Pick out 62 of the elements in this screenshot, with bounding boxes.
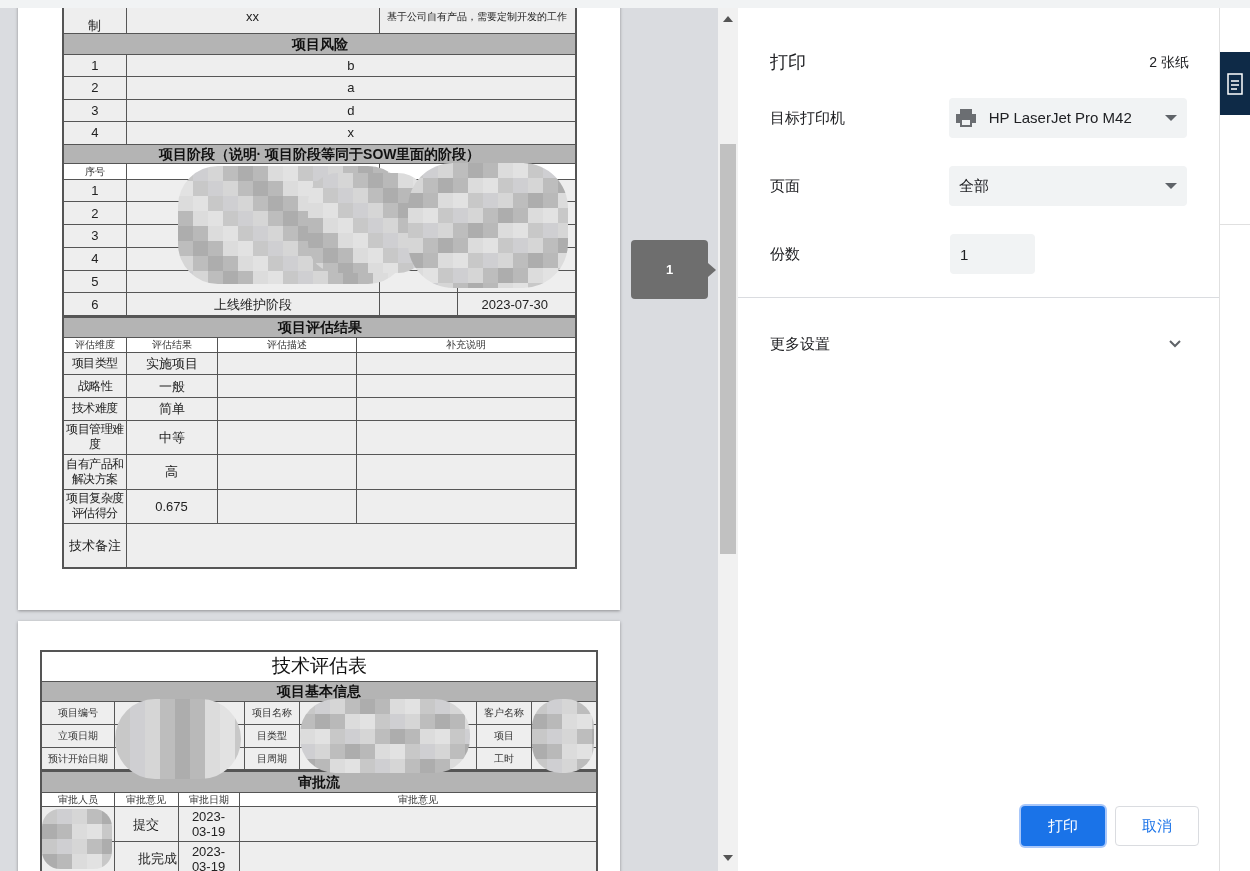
- scrollbar-thumb[interactable]: [720, 144, 736, 554]
- section-title: 审批流: [41, 771, 597, 793]
- printer-icon: [954, 109, 977, 127]
- table-cell: 2023-07-30: [457, 293, 576, 316]
- field-label: 项目编号: [41, 701, 114, 724]
- table-cell: 项目类型: [63, 352, 126, 375]
- scroll-down-icon[interactable]: [723, 855, 733, 861]
- table-cell: 6: [63, 293, 126, 316]
- print-button[interactable]: 打印: [1021, 806, 1105, 846]
- copies-field[interactable]: 1: [950, 234, 1035, 274]
- table-cell: d: [126, 99, 576, 122]
- table-cell: 项目管理难度: [63, 420, 126, 455]
- table-cell: 1: [63, 54, 126, 77]
- page-range-dropdown[interactable]: 全部: [948, 166, 1187, 206]
- printer-dropdown[interactable]: HP LaserJet Pro M42: [948, 98, 1187, 138]
- table-cell: 基于公司自有产品，需要定制开发的工作: [379, 8, 576, 33]
- table-cell: 1: [63, 179, 126, 202]
- field-label: 立项日期: [41, 724, 114, 747]
- table-cell: 2: [63, 201, 126, 225]
- table-cell: 3: [63, 224, 126, 248]
- table-cell: 4: [63, 121, 126, 144]
- section-title: 项目评估结果: [63, 317, 576, 338]
- document-icon: [1227, 72, 1243, 95]
- table-cell: 2023-03-19: [178, 841, 239, 871]
- table-cell: 高: [126, 454, 217, 490]
- table-cell: 2023-03-19: [178, 806, 239, 842]
- table-cell: 技术难度: [63, 397, 126, 421]
- dropdown-caret-icon: [1165, 115, 1177, 121]
- mosaic-redaction: [42, 809, 112, 869]
- table-cell: 中等: [126, 420, 217, 455]
- table-cell: xx: [126, 8, 379, 33]
- table-cell: 战略性: [63, 374, 126, 398]
- scrollbar[interactable]: [718, 8, 738, 871]
- table-cell: 4: [63, 247, 126, 271]
- table-cell: a: [126, 76, 576, 99]
- table-cell: 项目复杂度评估得分: [63, 489, 126, 524]
- table-cell: 批完成: [114, 841, 178, 871]
- table-cell: 0.675: [126, 489, 217, 524]
- field-label: 预计开始日期: [41, 747, 114, 770]
- more-settings-toggle[interactable]: 更多设置: [738, 298, 1219, 390]
- table-cell: 5: [63, 270, 126, 293]
- table-cell: 技术备注: [63, 523, 126, 568]
- table-cell: x: [126, 121, 576, 144]
- setting-label: 目标打印机: [770, 107, 846, 128]
- scroll-up-icon[interactable]: [723, 16, 733, 22]
- table-cell: 3: [63, 99, 126, 122]
- setting-label: 份数: [770, 243, 801, 264]
- table-cell: 2: [63, 76, 126, 99]
- section-title: 项目风险: [63, 33, 576, 54]
- setting-label: 页面: [770, 175, 801, 196]
- dialog-title: 打印: [770, 50, 806, 74]
- section-title: 项目阶段（说明· 项目阶段等同于SOW里面的阶段）: [63, 144, 576, 163]
- table-title: 技术评估表: [41, 651, 598, 681]
- cancel-button[interactable]: 取消: [1115, 806, 1199, 846]
- sheet-count: 2 张纸: [1149, 52, 1189, 72]
- dropdown-caret-icon: [1165, 183, 1177, 189]
- table-cell: 制: [63, 8, 126, 33]
- table-cell: 上线维护阶段: [126, 293, 379, 316]
- side-tab[interactable]: [1220, 52, 1250, 115]
- table-cell: 提交: [114, 806, 178, 842]
- table-cell: b: [126, 54, 576, 77]
- table-cell: 自有产品和解决方案: [63, 454, 126, 490]
